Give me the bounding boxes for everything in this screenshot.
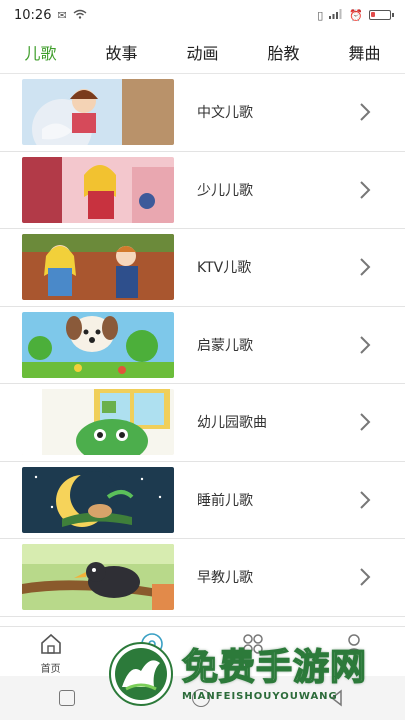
battery-icon (369, 10, 394, 20)
watermark: 免费手游网 MIANFEISHOUYOUWANG (108, 628, 405, 720)
status-bar: 10:26 ✉ ▯ ⏰ (0, 0, 405, 30)
watermark-logo (108, 641, 174, 707)
song-category-list: 中文儿歌 少儿儿歌 KTV儿歌 启蒙儿歌 幼儿园歌曲 睡前儿歌 早教儿歌 (0, 74, 405, 626)
thumbnail-image (22, 466, 174, 533)
chevron-right-icon (347, 404, 383, 440)
home-icon (38, 631, 64, 657)
thumbnail-image (22, 234, 174, 301)
list-item[interactable]: KTV儿歌 (0, 229, 405, 307)
nav-home[interactable]: 首页 (21, 631, 81, 675)
tab-dance-music[interactable]: 舞曲 (344, 34, 384, 70)
watermark-title: 免费手游网 (181, 646, 368, 689)
list-item-title: 中文儿歌 (197, 105, 253, 122)
list-item[interactable]: 少儿儿歌 (0, 152, 405, 229)
list-item-title: 早教儿歌 (197, 570, 253, 587)
notification-icon: ✉ (57, 8, 67, 22)
chevron-right-icon (347, 559, 383, 595)
tab-stories[interactable]: 故事 (101, 34, 141, 70)
list-item[interactable]: 早教儿歌 (0, 539, 405, 617)
watermark-subtitle: MIANFEISHOUYOUWANG (182, 690, 338, 702)
signal-icon (329, 8, 343, 22)
list-item-title: 少儿儿歌 (197, 182, 253, 199)
list-item-title: 启蒙儿歌 (197, 337, 253, 354)
list-item[interactable]: 睡前儿歌 (0, 462, 405, 539)
list-item-title: 睡前儿歌 (197, 492, 253, 509)
chevron-right-icon (347, 94, 383, 130)
alarm-icon: ⏰ (349, 8, 363, 22)
tab-children-songs[interactable]: 儿歌 (20, 34, 60, 70)
recent-apps-button[interactable] (58, 690, 75, 706)
list-item-title: KTV儿歌 (197, 260, 252, 277)
chevron-right-icon (347, 249, 383, 285)
category-tab-bar: 儿歌 故事 动画 胎教 舞曲 (0, 30, 405, 74)
thumbnail-image (22, 544, 174, 611)
thumbnail-image (22, 79, 174, 146)
list-item[interactable]: 启蒙儿歌 (0, 307, 405, 384)
thumbnail-image (22, 389, 174, 456)
wifi-icon (73, 9, 87, 22)
tab-prenatal[interactable]: 胎教 (263, 34, 303, 70)
tab-animation[interactable]: 动画 (182, 34, 222, 70)
thumbnail-image (22, 156, 174, 223)
thumbnail-image (22, 311, 174, 378)
list-item-title: 幼儿园歌曲 (197, 415, 267, 432)
chevron-right-icon (347, 327, 383, 363)
chevron-right-icon (347, 172, 383, 208)
list-item[interactable]: 幼儿园歌曲 (0, 384, 405, 462)
vibrate-icon: ▯ (317, 8, 324, 22)
chevron-right-icon (347, 482, 383, 518)
nav-home-label: 首页 (40, 664, 61, 675)
status-time: 10:26 (14, 7, 52, 23)
list-item[interactable]: 中文儿歌 (0, 74, 405, 152)
